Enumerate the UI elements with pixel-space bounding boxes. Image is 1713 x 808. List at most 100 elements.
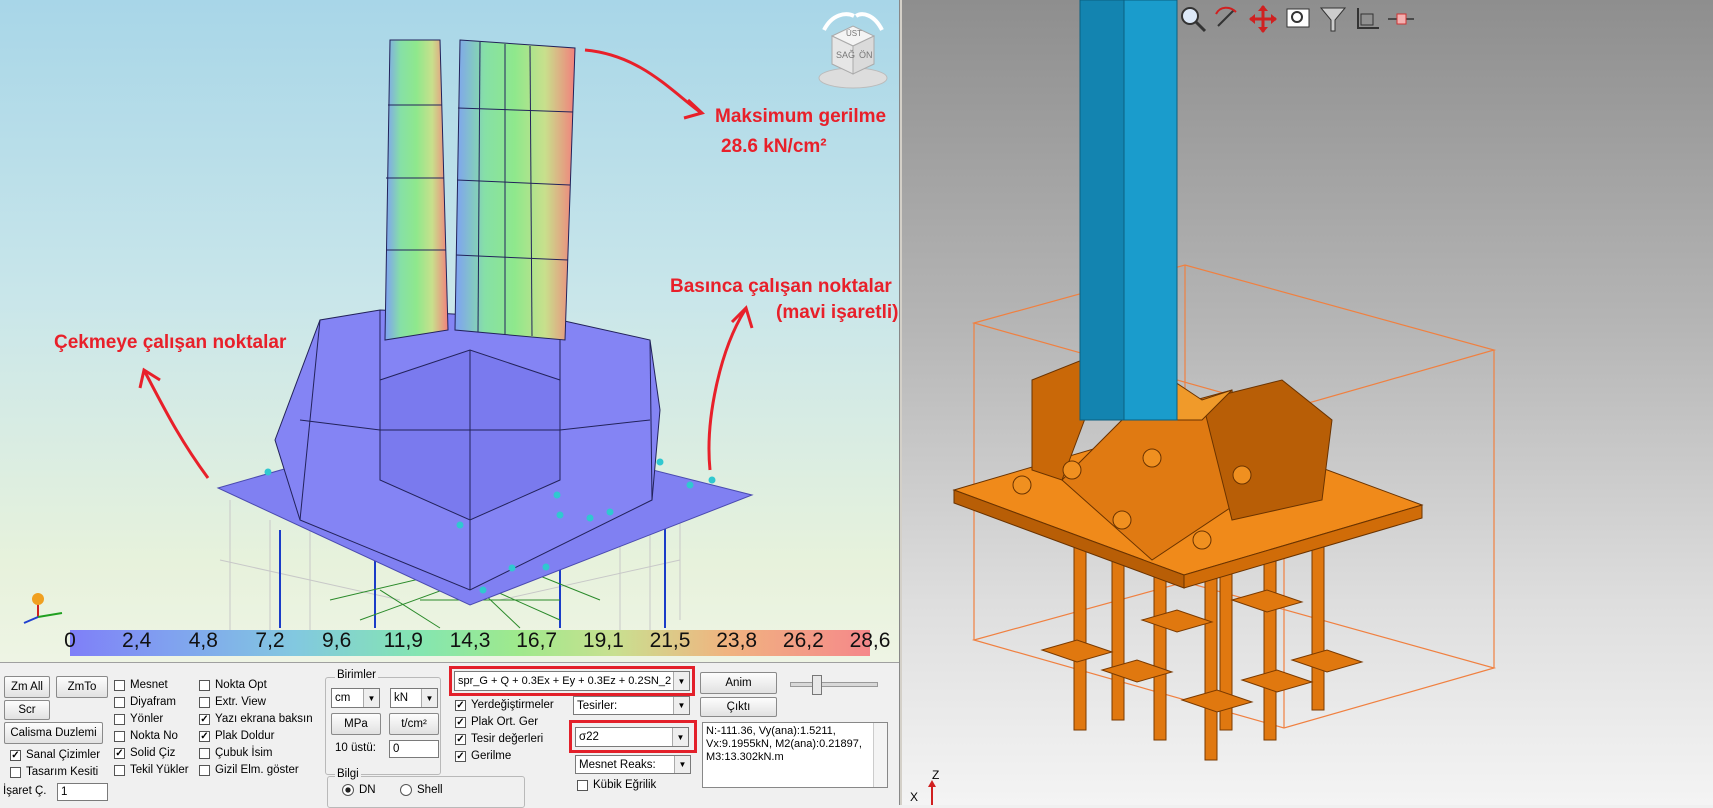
view-option-5-label: Tekil Yükler (130, 764, 189, 776)
stress-model-drawing (138, 39, 754, 640)
axis-triad-icon (23, 593, 63, 624)
checkbox-empty-icon (199, 747, 210, 759)
left-option-1-checkbox[interactable]: Tasarım Kesiti (10, 766, 98, 778)
left-option-1-label: Tasarım Kesiti (26, 766, 99, 778)
legend-tick: 21,5 (649, 629, 691, 652)
result-info-text: N:-111.36, Vy(ana):1.5211, Vx:9.1955kN, … (706, 725, 862, 763)
checkbox-checked-icon: ✓ (199, 713, 210, 725)
combo-highlight-box (449, 666, 695, 696)
result-option-3-checkbox[interactable]: ✓ Gerilme (455, 750, 511, 762)
animation-slider[interactable] (790, 673, 878, 695)
zoom-to-button[interactable]: ZmTo (56, 676, 108, 698)
tesirler-value: Tesirler: (577, 699, 618, 712)
result-option-2-checkbox[interactable]: ✓ Tesir değerleri (455, 733, 543, 745)
birimler-title: Birimler (335, 669, 378, 681)
legend-tick: 16,7 (516, 629, 558, 652)
view-option-1-label: Diyafram (130, 696, 177, 708)
left-option-0-checkbox[interactable]: ✓ Sanal Çizimler (10, 749, 100, 761)
force-unit-value: kN (394, 692, 409, 704)
display-option-5-checkbox[interactable]: Gizil Elm. göster (199, 764, 299, 776)
mesnet-reaks-select[interactable]: Mesnet Reaks: ▼ (575, 755, 691, 774)
view-option-2-label: Yönler (130, 713, 164, 725)
radio-shell[interactable]: Shell (400, 784, 443, 796)
result-option-3-label: Gerilme (471, 750, 512, 762)
view-option-4-checkbox[interactable]: ✓ Solid Çiz (114, 747, 175, 759)
legend-tick: 28,6 (849, 629, 891, 652)
display-option-1-label: Extr. View (215, 696, 266, 708)
display-option-4-checkbox[interactable]: Çubuk İsim (199, 747, 273, 759)
display-option-2-checkbox[interactable]: ✓ Yazı ekrana baksın (199, 713, 313, 725)
axis-indicator-icon (928, 780, 936, 805)
checkbox-checked-icon: ✓ (10, 749, 21, 761)
radio-dn-label: DN (359, 784, 376, 796)
view-option-2-checkbox[interactable]: Yönler (114, 713, 163, 725)
radio-dn[interactable]: DN (342, 784, 376, 796)
stress-3d-view[interactable]: ÜST SAĞ ÖN Maksimum gerilme 28.6 kN/cm² … (0, 0, 899, 662)
checkbox-empty-icon (114, 730, 125, 742)
checkbox-checked-icon: ✓ (199, 730, 210, 742)
checkbox-empty-icon (199, 764, 210, 776)
force-unit-select[interactable]: kN ▼ (390, 688, 438, 708)
radio-empty-icon (400, 784, 412, 796)
max-stress-label: Maksimum gerilme (715, 106, 887, 127)
chevron-down-icon: ▼ (673, 697, 689, 714)
display-option-0-checkbox[interactable]: Nokta Opt (199, 679, 267, 691)
result-option-0-checkbox[interactable]: ✓ Yerdeğiştirmeler (455, 699, 554, 711)
isaret-label: İşaret Ç. (3, 785, 47, 797)
view-option-5-checkbox[interactable]: Tekil Yükler (114, 764, 189, 776)
chevron-down-icon: ▼ (363, 689, 379, 707)
display-option-4-label: Çubuk İsim (215, 747, 273, 759)
result-option-1-label: Plak Ort. Ger (471, 716, 539, 728)
tesirler-select[interactable]: Tesirler: ▼ (573, 696, 690, 715)
length-unit-value: cm (335, 692, 351, 704)
view-option-1-checkbox[interactable]: Diyafram (114, 696, 176, 708)
view-cube-top-label: ÜST (846, 29, 862, 38)
ustu-input[interactable]: 0 (389, 740, 439, 758)
result-info-box: N:-111.36, Vy(ana):1.5211, Vx:9.1955kN, … (702, 722, 888, 788)
checkbox-empty-icon (199, 679, 210, 691)
radio-shell-label: Shell (417, 784, 443, 796)
tcm2-button[interactable]: t/cm² (389, 713, 439, 735)
chevron-down-icon: ▼ (421, 689, 437, 707)
chevron-down-icon: ▼ (674, 756, 690, 773)
screen-button[interactable]: Scr (4, 700, 50, 720)
solid-3d-view[interactable]: Z X (902, 0, 1713, 805)
display-option-3-label: Plak Doldur (215, 730, 275, 742)
slider-thumb[interactable] (812, 675, 822, 695)
sigma-highlight-box (569, 720, 697, 753)
length-unit-select[interactable]: cm ▼ (331, 688, 380, 708)
view-option-4-label: Solid Çiz (130, 747, 176, 759)
control-panel: Zm All ZmTo Scr Calisma Duzlemi İşaret Ç… (0, 662, 899, 808)
checkbox-empty-icon (114, 764, 125, 776)
display-option-3-checkbox[interactable]: ✓ Plak Doldur (199, 730, 274, 742)
checkbox-checked-icon: ✓ (455, 733, 466, 745)
bilgi-title: Bilgi (335, 768, 361, 780)
checkbox-empty-icon (114, 696, 125, 708)
view-cube[interactable]: ÜST SAĞ ÖN (812, 8, 894, 90)
checkbox-empty-icon (10, 766, 21, 778)
isaret-input[interactable]: 1 (57, 783, 108, 801)
result-option-1-checkbox[interactable]: ✓ Plak Ort. Ger (455, 716, 538, 728)
info-scrollbar[interactable] (873, 723, 887, 787)
checkbox-empty-icon (114, 679, 125, 691)
view-option-0-checkbox[interactable]: Mesnet (114, 679, 168, 691)
display-option-1-checkbox[interactable]: Extr. View (199, 696, 266, 708)
legend-tick: 23,8 (716, 629, 758, 652)
left-option-0-label: Sanal Çizimler (26, 749, 101, 761)
anim-button[interactable]: Anim (700, 672, 777, 694)
ustu-label: 10 üstü: (335, 742, 376, 754)
zoom-all-button[interactable]: Zm All (4, 676, 50, 698)
mesnet-reaks-value: Mesnet Reaks: (579, 758, 656, 771)
view-option-0-label: Mesnet (130, 679, 168, 691)
display-option-0-label: Nokta Opt (215, 679, 267, 691)
checkbox-checked-icon: ✓ (114, 747, 125, 759)
max-stress-value: 28.6 kN/cm² (721, 136, 827, 157)
legend-tick: 0 (64, 629, 76, 652)
calisma-duzlemi-button[interactable]: Calisma Duzlemi (4, 722, 103, 744)
slider-track (790, 682, 878, 687)
mpa-button[interactable]: MPa (331, 713, 381, 735)
view-option-3-checkbox[interactable]: Nokta No (114, 730, 178, 742)
kubik-egrilik-label: Kübik Eğrilik (593, 779, 657, 791)
kubik-egrilik-checkbox[interactable]: Kübik Eğrilik (577, 779, 656, 791)
cikti-button[interactable]: Çıktı (700, 697, 777, 717)
